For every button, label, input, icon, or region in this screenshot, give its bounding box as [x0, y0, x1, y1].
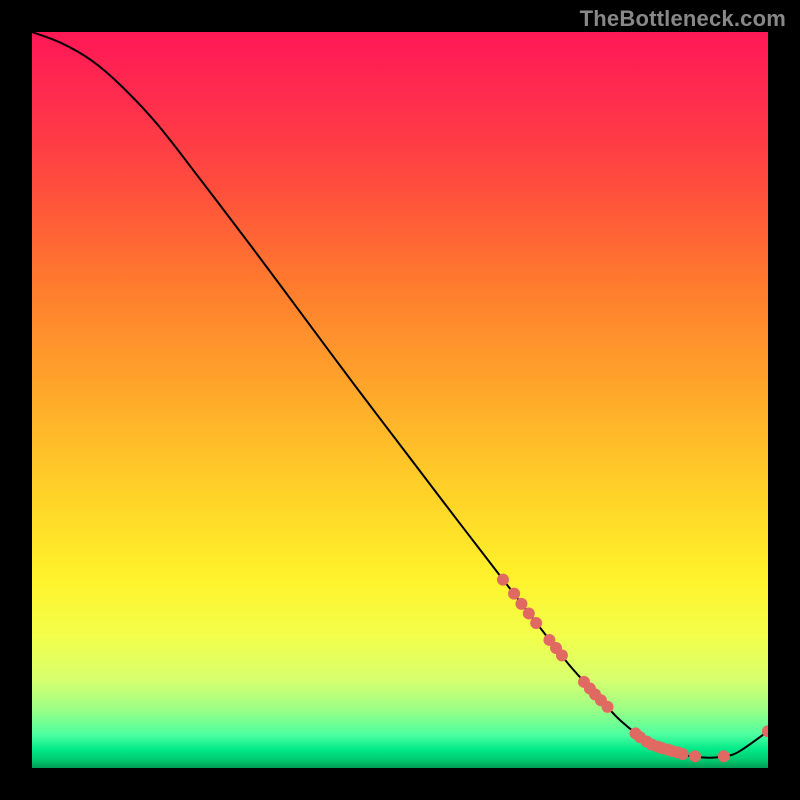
curve-marker — [497, 574, 509, 586]
curve-markers — [497, 574, 768, 763]
chart-overlay — [32, 32, 768, 768]
curve-marker — [523, 607, 535, 619]
curve-marker — [556, 649, 568, 661]
chart-frame: TheBottleneck.com — [0, 0, 800, 800]
bottleneck-curve — [32, 32, 768, 758]
curve-marker — [677, 748, 689, 760]
curve-marker — [530, 617, 542, 629]
curve-marker — [689, 750, 701, 762]
curve-marker — [602, 701, 614, 713]
plot-area — [32, 32, 768, 768]
curve-marker — [508, 588, 520, 600]
curve-marker — [718, 750, 730, 762]
watermark-text: TheBottleneck.com — [580, 6, 786, 32]
curve-marker — [515, 598, 527, 610]
